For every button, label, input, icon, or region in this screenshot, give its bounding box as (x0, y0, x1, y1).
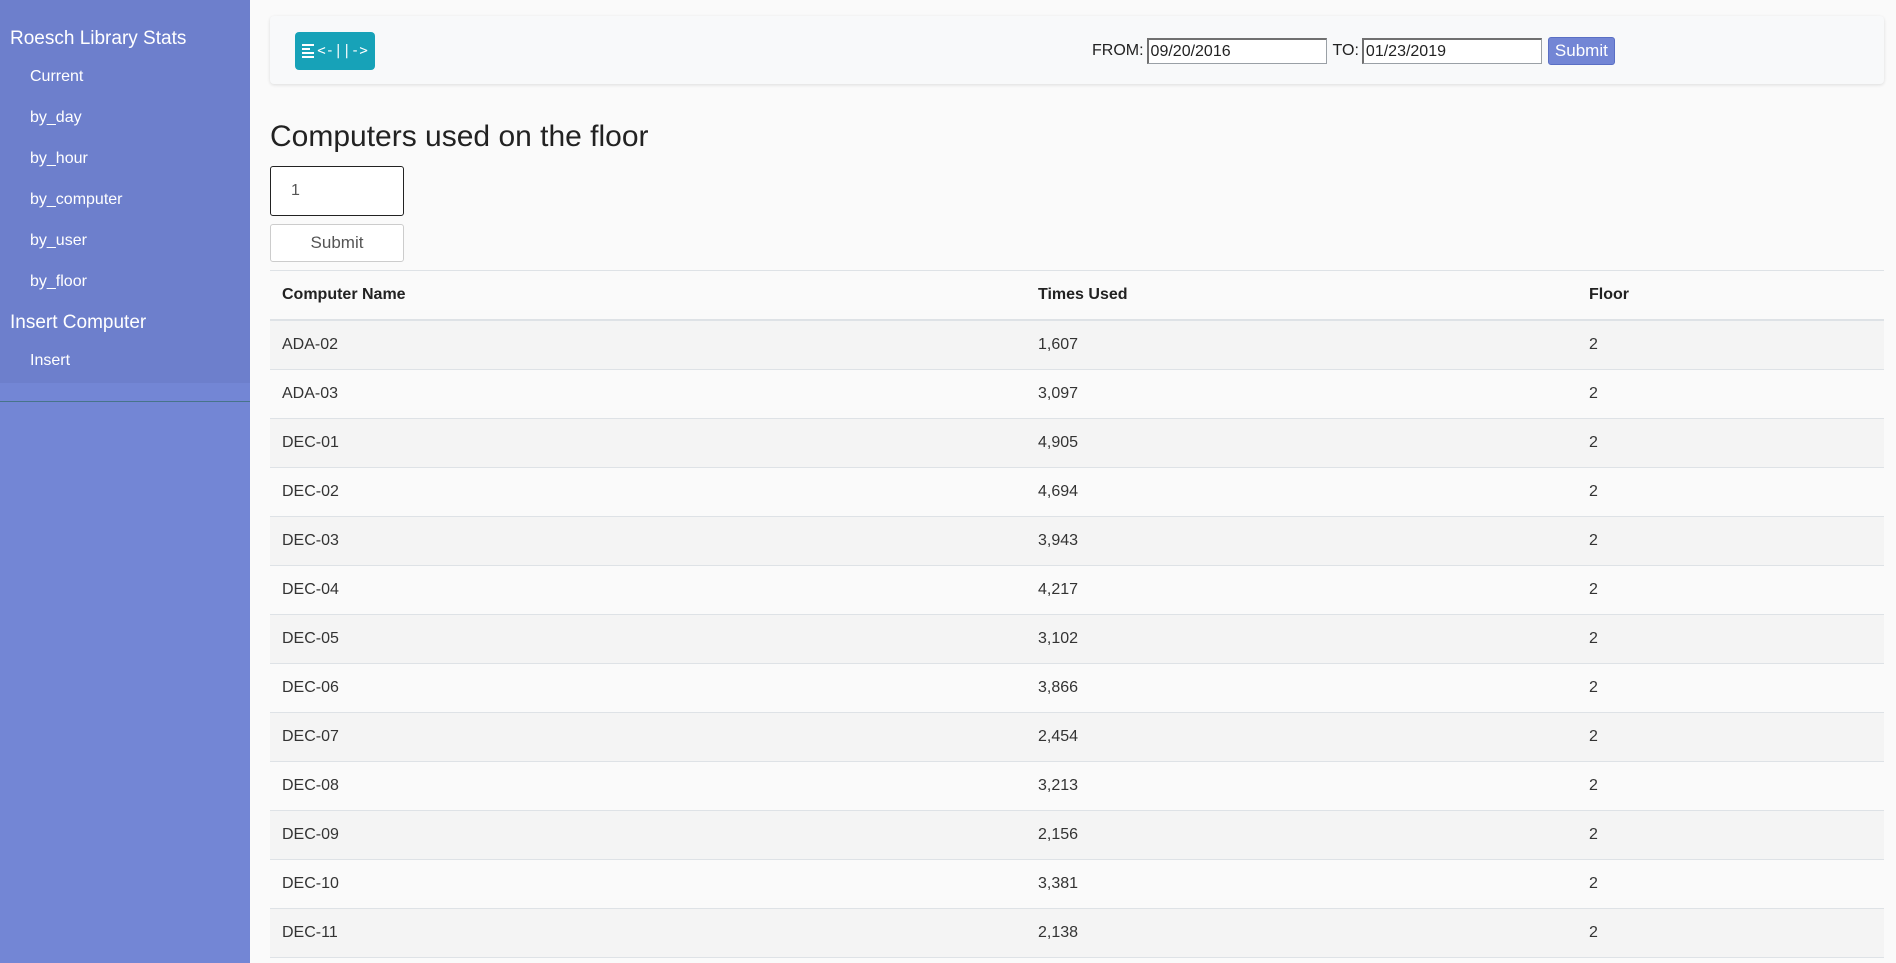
cell-floor: 2 (1577, 516, 1884, 566)
from-label: FROM: (1092, 42, 1144, 59)
table-row: DEC-04 4,217 2 (270, 565, 1884, 615)
table-row: ADA-02 1,607 2 (270, 320, 1884, 370)
floor-submit-button[interactable]: Submit (270, 224, 404, 262)
sidebar-item-by-computer[interactable]: by_computer (0, 179, 250, 220)
table-row: DEC-09 2,156 2 (270, 810, 1884, 860)
cell-computer-name: DEC-05 (270, 614, 1026, 664)
cell-computer-name: DEC-03 (270, 516, 1026, 566)
table-row: DEC-11 2,138 2 (270, 908, 1884, 958)
table-row: DEC-10 3,381 2 (270, 859, 1884, 909)
cell-floor: 2 (1577, 418, 1884, 468)
sidebar-item-by-floor[interactable]: by_floor (0, 261, 250, 302)
cell-floor: 2 (1577, 810, 1884, 860)
cell-floor: 2 (1577, 908, 1884, 958)
table-row: DEC-07 2,454 2 (270, 712, 1884, 762)
cell-computer-name: DEC-04 (270, 565, 1026, 615)
sidebar-toggle-button[interactable]: <-||-> (295, 32, 375, 70)
date-submit-button[interactable]: Submit (1547, 37, 1615, 65)
sidebar-menu: Roesch Library Stats Current by_day by_h… (0, 0, 250, 383)
page-title: Computers used on the floor (270, 120, 649, 153)
cell-computer-name: DEC-01 (270, 418, 1026, 468)
computers-table: Computer Name Times Used Floor ADA-02 1,6… (270, 270, 1884, 958)
floor-input[interactable] (270, 166, 404, 216)
header-times-used: Times Used (1026, 270, 1577, 321)
cell-computer-name: ADA-02 (270, 320, 1026, 370)
cell-floor: 2 (1577, 565, 1884, 615)
header-computer-name: Computer Name (270, 270, 1026, 321)
cell-computer-name: DEC-09 (270, 810, 1026, 860)
cell-floor: 2 (1577, 663, 1884, 713)
table-row: DEC-02 4,694 2 (270, 467, 1884, 517)
table-row: DEC-03 3,943 2 (270, 516, 1884, 566)
table-row: DEC-05 3,102 2 (270, 614, 1884, 664)
cell-times-used: 3,866 (1026, 663, 1577, 713)
table-row: ADA-03 3,097 2 (270, 369, 1884, 419)
main-content: <-||-> FROM: TO: Submit Computers used o… (250, 0, 1896, 963)
date-range-form: FROM: TO: Submit (1090, 36, 1615, 66)
header-floor: Floor (1577, 270, 1884, 321)
cell-times-used: 3,102 (1026, 614, 1577, 664)
to-label: TO: (1332, 42, 1359, 59)
toggle-label: <-||-> (317, 43, 368, 59)
cell-floor: 2 (1577, 859, 1884, 909)
cell-computer-name: DEC-02 (270, 467, 1026, 517)
sidebar-title: Roesch Library Stats (10, 28, 187, 49)
sidebar-item-insert[interactable]: Insert (0, 340, 250, 381)
cell-floor: 2 (1577, 320, 1884, 370)
cell-computer-name: DEC-06 (270, 663, 1026, 713)
cell-computer-name: DEC-08 (270, 761, 1026, 811)
sidebar-item-by-user[interactable]: by_user (0, 220, 250, 261)
top-navbar: <-||-> FROM: TO: Submit (270, 16, 1884, 84)
cell-times-used: 3,381 (1026, 859, 1577, 909)
cell-times-used: 2,138 (1026, 908, 1577, 958)
table-header-row: Computer Name Times Used Floor (270, 270, 1884, 321)
cell-floor: 2 (1577, 761, 1884, 811)
sidebar-insert-title: Insert Computer (10, 312, 147, 333)
cell-times-used: 2,454 (1026, 712, 1577, 762)
cell-times-used: 3,097 (1026, 369, 1577, 419)
table-row: DEC-08 3,213 2 (270, 761, 1884, 811)
cell-computer-name: ADA-03 (270, 369, 1026, 419)
sidebar-item-by-day[interactable]: by_day (0, 97, 250, 138)
cell-times-used: 2,156 (1026, 810, 1577, 860)
cell-floor: 2 (1577, 712, 1884, 762)
cell-times-used: 4,905 (1026, 418, 1577, 468)
cell-computer-name: DEC-07 (270, 712, 1026, 762)
to-date-input[interactable] (1361, 38, 1542, 64)
cell-floor: 2 (1577, 614, 1884, 664)
table-body: ADA-02 1,607 2 ADA-03 3,097 2 DEC-01 4,905 2 DEC-… (270, 320, 1884, 958)
cell-times-used: 4,694 (1026, 467, 1577, 517)
cell-times-used: 4,217 (1026, 565, 1577, 615)
cell-computer-name: DEC-10 (270, 859, 1026, 909)
sidebar-divider (0, 401, 250, 402)
from-date-input[interactable] (1146, 38, 1327, 64)
cell-times-used: 1,607 (1026, 320, 1577, 370)
table-row: DEC-06 3,866 2 (270, 663, 1884, 713)
cell-times-used: 3,213 (1026, 761, 1577, 811)
align-left-icon (302, 42, 315, 60)
sidebar-item-by-hour[interactable]: by_hour (0, 138, 250, 179)
sidebar-item-current[interactable]: Current (0, 56, 250, 97)
cell-computer-name: DEC-11 (270, 908, 1026, 958)
cell-floor: 2 (1577, 369, 1884, 419)
cell-times-used: 3,943 (1026, 516, 1577, 566)
cell-floor: 2 (1577, 467, 1884, 517)
sidebar: Roesch Library Stats Current by_day by_h… (0, 0, 250, 963)
table-row: DEC-01 4,905 2 (270, 418, 1884, 468)
